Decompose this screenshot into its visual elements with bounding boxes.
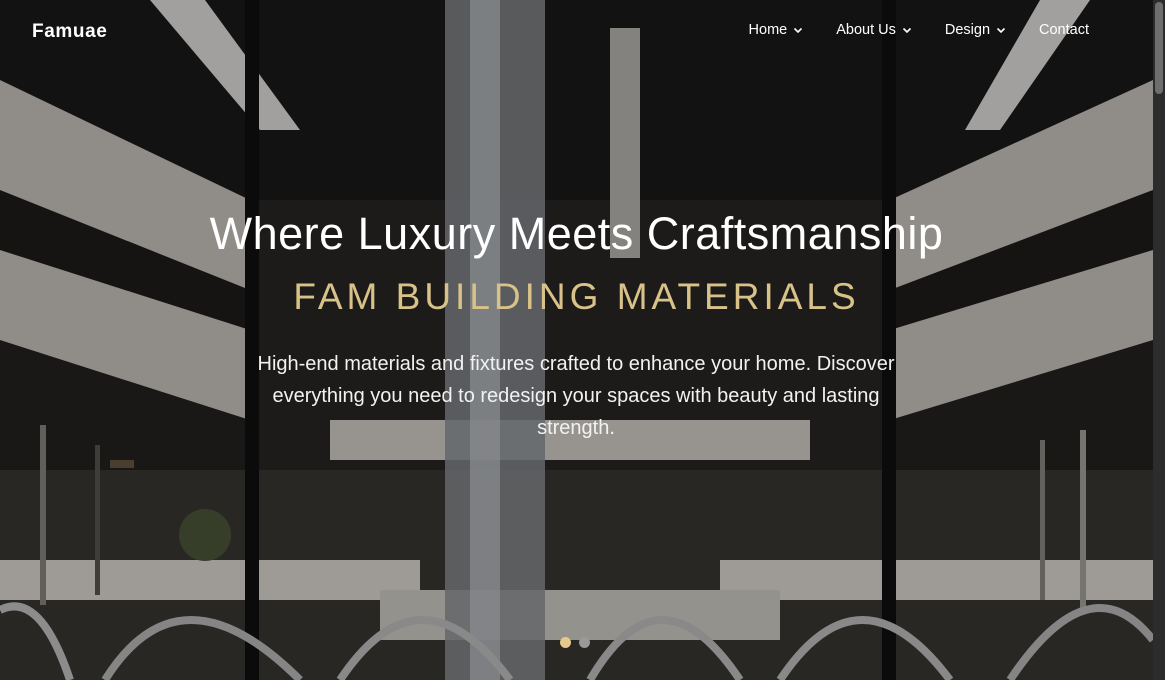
brand-logo[interactable]: Famuae — [32, 21, 107, 43]
carousel-dot-1[interactable] — [560, 637, 571, 648]
nav-item-contact[interactable]: Contact — [1039, 22, 1089, 38]
carousel-dot-2[interactable] — [579, 637, 590, 648]
chevron-down-icon — [996, 27, 1006, 34]
hero-description: High-end materials and fixtures crafted … — [257, 353, 895, 439]
nav-item-home[interactable]: Home — [749, 22, 804, 38]
top-navbar: Famuae Home About Us Design Contact — [0, 0, 1153, 62]
page-scrollbar[interactable] — [1153, 0, 1165, 680]
scrollbar-thumb[interactable] — [1155, 2, 1163, 94]
nav-item-design[interactable]: Design — [945, 22, 1006, 38]
hero-dark-overlay — [0, 0, 1153, 680]
carousel-pagination — [560, 637, 590, 648]
nav-item-label: Contact — [1039, 22, 1089, 38]
hero-title: Where Luxury Meets Craftsmanship — [209, 208, 944, 259]
chevron-down-icon — [902, 27, 911, 34]
main-nav: Home About Us Design Contact — [716, 22, 1089, 38]
nav-item-label: About Us — [836, 22, 896, 38]
hero-section — [0, 0, 1153, 680]
hero-subtitle: FAM BUILDING MATERIALS — [293, 276, 860, 317]
nav-item-label: Home — [748, 22, 788, 38]
nav-item-label: Design — [944, 22, 991, 38]
nav-item-about-us[interactable]: About Us — [836, 22, 912, 38]
chevron-down-icon — [794, 27, 803, 34]
